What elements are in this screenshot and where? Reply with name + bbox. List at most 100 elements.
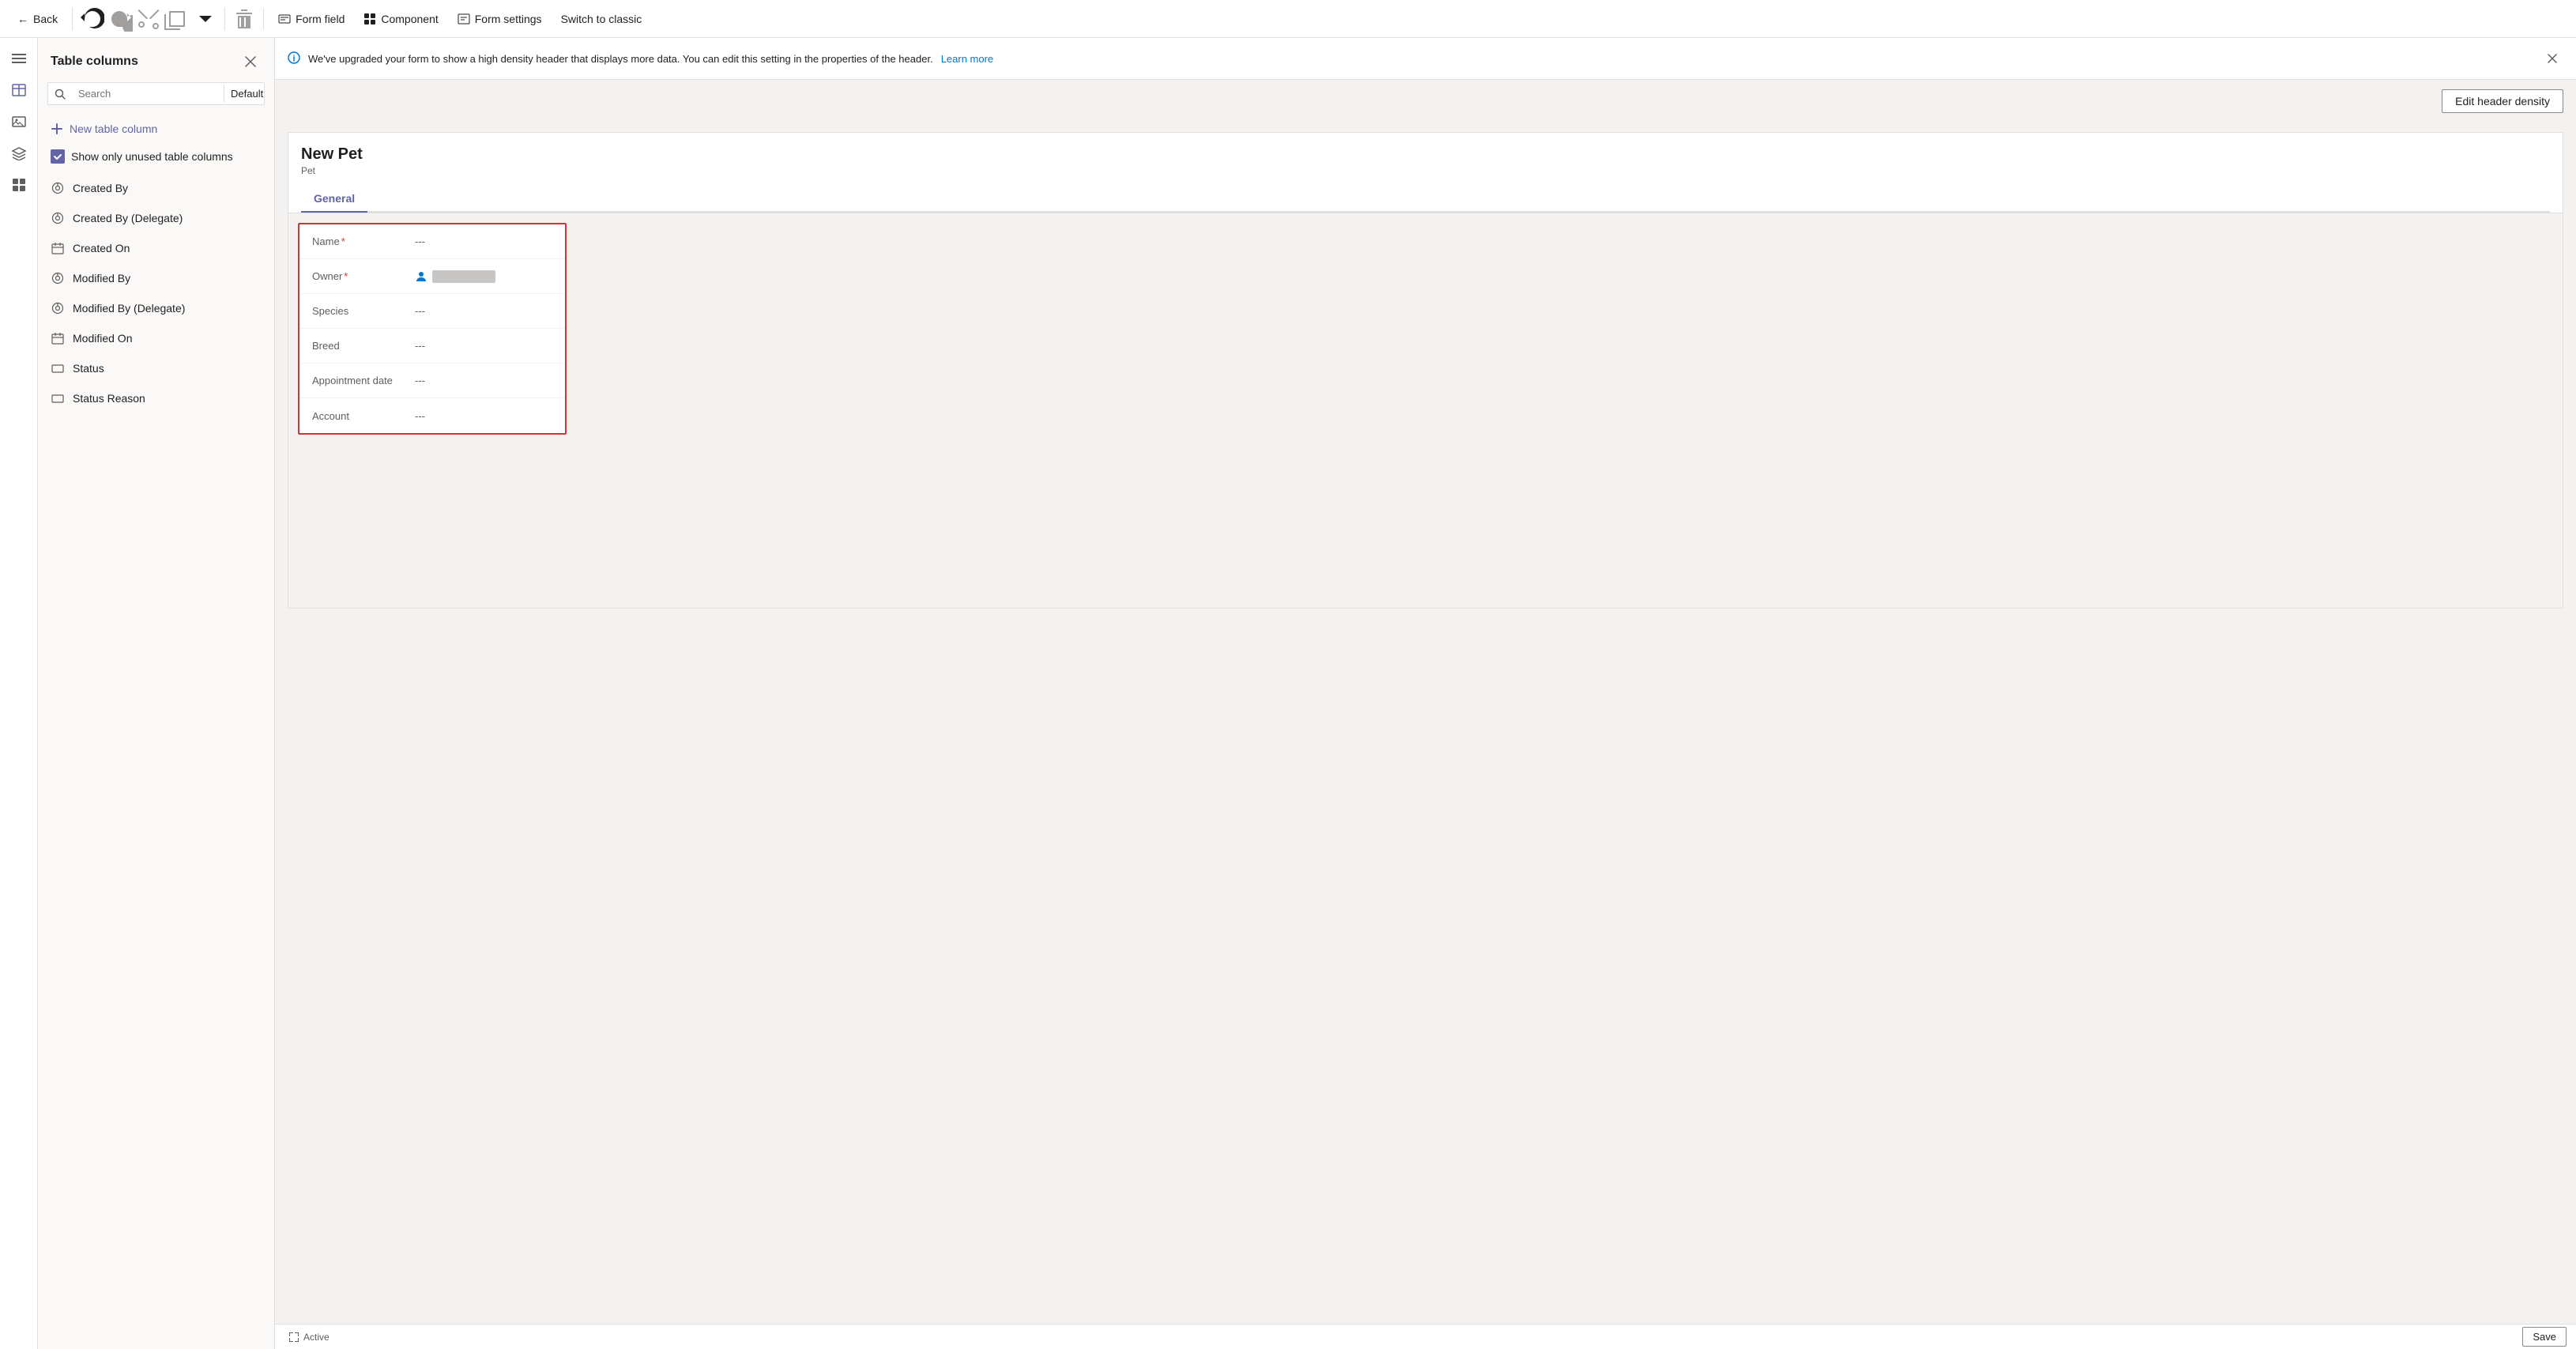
rail-image-button[interactable]: [5, 107, 33, 136]
sidebar-item-modified-on[interactable]: Modified On: [38, 323, 274, 353]
rail-hamburger-button[interactable]: [5, 44, 33, 73]
sidebar-header: Table columns: [38, 38, 274, 82]
more-button[interactable]: [193, 6, 218, 32]
learn-more-link[interactable]: Learn more: [941, 53, 993, 65]
modified-on-label: Modified On: [73, 332, 132, 345]
form-row-owner: Owner*: [299, 259, 565, 294]
image-icon: [12, 115, 26, 129]
redo-icon: [107, 6, 133, 32]
form-label-species: Species: [312, 305, 415, 317]
form-header: New Pet Pet General: [288, 132, 2563, 213]
cut-button[interactable]: [136, 6, 161, 32]
sidebar-item-status[interactable]: Status: [38, 353, 274, 383]
edit-header-density-button[interactable]: Edit header density: [2442, 89, 2563, 113]
form-value-breed: ---: [415, 340, 425, 352]
rail-grid-button[interactable]: [5, 171, 33, 199]
new-table-column-button[interactable]: New table column: [38, 115, 274, 143]
form-value-account: ---: [415, 410, 425, 422]
delete-icon: [232, 6, 257, 32]
status-text: Active: [303, 1332, 330, 1343]
form-canvas: New Pet Pet General Name* --- Owner*: [275, 119, 2576, 1324]
close-icon: [245, 56, 256, 67]
form-field-icon: [278, 13, 291, 25]
search-input[interactable]: [72, 83, 224, 104]
form-row-appointment-date: Appointment date ---: [299, 364, 565, 398]
form-value-name: ---: [415, 236, 425, 247]
status-bar: Active Save: [275, 1324, 2576, 1349]
form-label-name: Name*: [312, 236, 415, 247]
modified-by-delegate-icon: [51, 301, 65, 315]
form-settings-icon: [458, 13, 470, 25]
modified-on-icon: [51, 331, 65, 345]
form-subtitle: Pet: [301, 165, 2550, 176]
required-star-name: *: [341, 236, 345, 247]
sidebar-close-button[interactable]: [239, 51, 262, 73]
created-by-icon: [51, 181, 65, 195]
banner-close-icon: [2548, 54, 2557, 63]
undo-button[interactable]: [79, 6, 104, 32]
rail-table-columns-button[interactable]: [5, 76, 33, 104]
sidebar-item-created-by[interactable]: Created By: [38, 173, 274, 203]
form-tab-bar: General: [301, 186, 2550, 213]
form-row-account: Account ---: [299, 398, 565, 433]
show-unused-label: Show only unused table columns: [71, 150, 233, 163]
form-settings-label: Form settings: [475, 13, 542, 25]
sidebar-item-created-by-delegate[interactable]: Created By (Delegate): [38, 203, 274, 233]
switch-classic-button[interactable]: Switch to classic: [553, 8, 650, 30]
component-label: Component: [381, 13, 438, 25]
save-button[interactable]: Save: [2522, 1327, 2567, 1347]
copy-button[interactable]: [164, 6, 190, 32]
sidebar-column-list: Created By Created By (Delegate) Created…: [38, 173, 274, 1349]
main-toolbar: ← Back Form field Component Form setting…: [0, 0, 2576, 38]
modified-by-delegate-label: Modified By (Delegate): [73, 302, 185, 315]
rail-layers-button[interactable]: [5, 139, 33, 168]
form-value-species: ---: [415, 305, 425, 317]
modified-by-icon: [51, 271, 65, 285]
back-label: Back: [33, 13, 58, 25]
form-value-owner: [415, 270, 495, 283]
sidebar-item-created-on[interactable]: Created On: [38, 233, 274, 263]
toolbar-separator-2: [224, 8, 225, 30]
sidebar-item-modified-by-delegate[interactable]: Modified By (Delegate): [38, 293, 274, 323]
copy-icon: [164, 6, 190, 32]
person-icon: [415, 270, 427, 283]
form-label-breed: Breed: [312, 340, 415, 352]
expand-button[interactable]: [284, 1328, 303, 1347]
show-unused-checkbox[interactable]: [51, 149, 65, 164]
sidebar-item-modified-by[interactable]: Modified By: [38, 263, 274, 293]
redo-button[interactable]: [107, 6, 133, 32]
form-body: Name* --- Owner* Species ---: [288, 213, 2563, 609]
back-icon: ←: [17, 13, 28, 25]
form-settings-button[interactable]: Form settings: [450, 8, 550, 30]
main-layout: Table columns Default New table column S…: [0, 38, 2576, 1349]
form-field-label: Form field: [296, 13, 345, 25]
back-button[interactable]: ← Back: [9, 8, 66, 30]
created-by-delegate-label: Created By (Delegate): [73, 212, 183, 224]
form-row-breed: Breed ---: [299, 329, 565, 364]
chevron-down-icon: [193, 6, 218, 32]
check-icon: [53, 152, 62, 161]
delete-button[interactable]: [232, 6, 257, 32]
form-label-owner: Owner*: [312, 270, 415, 282]
info-icon: [288, 51, 300, 66]
info-banner: We've upgraded your form to show a high …: [275, 38, 2576, 80]
plus-icon: [51, 122, 63, 135]
toolbar-separator-3: [263, 8, 264, 30]
new-column-label: New table column: [70, 122, 157, 135]
created-by-delegate-icon: [51, 211, 65, 225]
sidebar-title: Table columns: [51, 55, 138, 69]
form-value-appointment-date: ---: [415, 375, 425, 386]
form-field-button[interactable]: Form field: [270, 8, 352, 30]
component-button[interactable]: Component: [356, 8, 446, 30]
status-icon: [51, 361, 65, 375]
banner-close-button[interactable]: [2541, 47, 2563, 70]
filter-dropdown-button[interactable]: Default: [224, 85, 265, 103]
status-bar-right: Save: [2522, 1327, 2567, 1347]
sidebar-item-status-reason[interactable]: Status Reason: [38, 383, 274, 413]
tab-general[interactable]: General: [301, 186, 367, 213]
undo-icon: [79, 6, 104, 32]
grid-icon: [12, 178, 26, 192]
show-unused-checkbox-row[interactable]: Show only unused table columns: [38, 143, 274, 173]
form-section-general: Name* --- Owner* Species ---: [298, 223, 567, 435]
form-label-account: Account: [312, 410, 415, 422]
